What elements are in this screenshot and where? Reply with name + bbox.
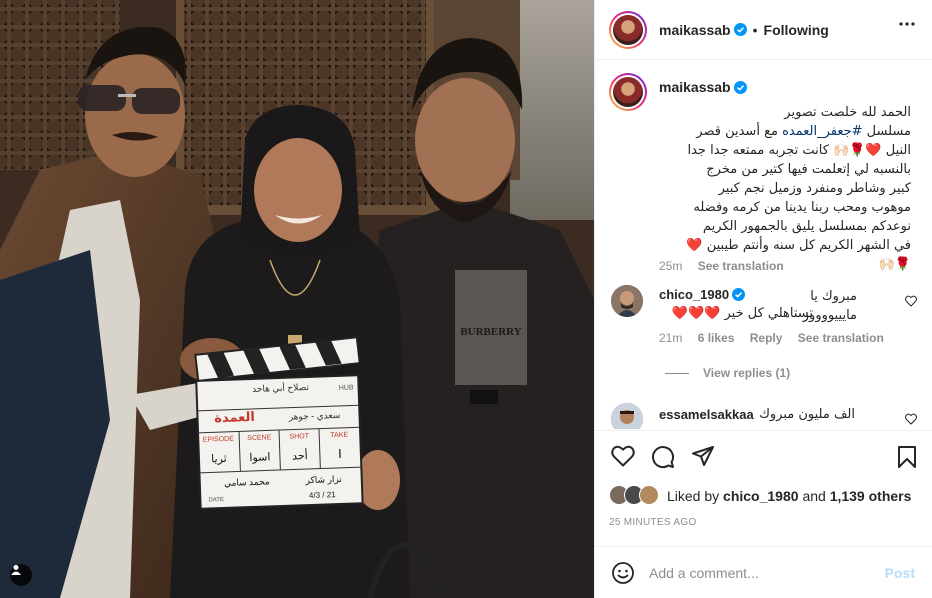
add-comment-input[interactable] — [649, 564, 859, 581]
clapper-date-label: DATE — [208, 497, 224, 504]
clapper-date-value: 4/3 / 21 — [309, 490, 337, 500]
caption-line: النيل ❤️🌹🙌🏻 كانت تجربه ممتعه جدا جدا — [687, 143, 911, 158]
comment-age: 21m — [659, 331, 683, 345]
clapper-name-dop: نزار شاكر — [304, 474, 342, 485]
share-send-icon[interactable] — [691, 445, 715, 467]
clapper-value-shot: أحد — [292, 448, 308, 463]
liked-by-and: and — [802, 488, 826, 504]
commenter-username[interactable]: essamelsakkaa — [659, 407, 754, 422]
post-header: maikassab • Following — [595, 0, 932, 60]
author-username[interactable]: maikassab — [659, 22, 731, 38]
caption-line: نوعدكم بمسلسل يليق بالجمهور الكريم — [702, 219, 911, 234]
instagram-post-view: BURBERRY تصلاح أبي هاحد HUB العمدة سعدي … — [0, 0, 932, 598]
commenter-avatar[interactable] — [611, 285, 643, 317]
caption-meta: 25m See translation — [659, 259, 784, 273]
tagged-users-button[interactable] — [10, 564, 32, 586]
separator-dot: • — [752, 21, 758, 38]
shirt-brand-text: BURBERRY — [460, 326, 521, 338]
caption-username[interactable]: maikassab — [659, 79, 731, 95]
clapper-subtitle: سعدي - جوهر — [288, 410, 341, 422]
verified-badge-icon — [733, 80, 747, 94]
clapper-label-scene: SCENE — [247, 434, 272, 442]
post-comment-button[interactable]: Post — [885, 565, 915, 581]
caption-line: الحمد لله خلصت تصوير — [784, 105, 911, 120]
liked-by-prefix: Liked by — [667, 488, 720, 504]
reply-button[interactable]: Reply — [750, 331, 783, 345]
author-avatar[interactable] — [609, 10, 647, 49]
hashtag-link[interactable]: #جعفر_العمده — [782, 124, 862, 139]
post-actions-bar — [595, 430, 932, 482]
liked-by-user[interactable]: chico_1980 — [723, 488, 799, 504]
caption-line: موهوب ومحب ربنا يدينا من كرمه وفضله — [693, 200, 911, 215]
caption-line: كبير وشاطر ومنفرد وزميل نجم كبير — [718, 181, 911, 196]
liked-by-others[interactable]: 1,139 others — [830, 488, 912, 504]
comment-text: الف مليون مبروك — [759, 407, 855, 422]
save-bookmark-icon[interactable] — [897, 445, 917, 469]
post-timestamp: 25 MINUTES AGO — [609, 517, 697, 528]
caption-line: مسلسل #جعفر_العمده مع أسدين قصر — [696, 124, 911, 139]
like-comment-heart-icon[interactable] — [905, 295, 917, 307]
verified-badge-icon — [732, 288, 746, 301]
comment-bubble-icon[interactable] — [651, 445, 675, 469]
like-heart-icon[interactable] — [611, 445, 635, 467]
verified-badge-icon — [733, 23, 747, 36]
like-comment-heart-icon[interactable] — [905, 413, 917, 425]
clapper-hub: HUB — [339, 384, 354, 392]
caption-age: 25m — [659, 259, 683, 273]
likers-avatar-stack[interactable] — [609, 485, 661, 507]
clapper-value-episode: ثريا — [211, 453, 227, 466]
add-comment-bar: Post — [595, 546, 932, 598]
person-icon — [11, 565, 21, 575]
clapper-title: العمدة — [214, 409, 255, 425]
clapper-name-director: محمد سامي — [224, 476, 270, 488]
photo-illustration: BURBERRY تصلاح أبي هاحد HUB العمدة سعدي … — [0, 0, 594, 598]
caption-line: في الشهر الكريم كل سنه وأنتم طيبين ❤️ — [686, 238, 911, 253]
emoji-smiley-icon[interactable] — [611, 561, 635, 585]
comment-likes[interactable]: 6 likes — [698, 331, 735, 345]
clapper-value-scene: اسوا — [249, 451, 270, 464]
comments-scroll-area[interactable]: maikassab الحمد لله خلصت تصوير مسلسل #جع… — [595, 61, 932, 429]
clapper-label-shot: SHOT — [289, 433, 309, 441]
commenter-avatar[interactable] — [611, 403, 643, 429]
see-translation-link[interactable]: See translation — [698, 259, 784, 273]
view-replies-button[interactable]: View replies (1) — [665, 366, 790, 380]
more-options-icon[interactable] — [899, 22, 915, 26]
view-replies-label: View replies (1) — [703, 366, 791, 380]
commenter-username[interactable]: chico_1980 — [659, 287, 729, 302]
post-sidebar: maikassab • Following maikassab الحمد لل… — [594, 0, 932, 598]
comment-meta: 21m 6 likes Reply See translation — [659, 331, 884, 345]
replies-divider — [665, 372, 689, 374]
caption-text: الحمد لله خلصت تصوير مسلسل #جعفر_العمده … — [659, 103, 911, 274]
post-photo[interactable]: BURBERRY تصلاح أبي هاحد HUB العمدة سعدي … — [0, 0, 594, 598]
see-translation-link[interactable]: See translation — [798, 331, 884, 345]
clapper-value-take: I — [338, 446, 342, 461]
caption-author-avatar[interactable] — [609, 73, 647, 111]
following-button[interactable]: Following — [764, 22, 829, 38]
clapper-label-episode: EPISODE — [203, 436, 235, 444]
likes-summary: Liked by chico_1980 and 1,139 others — [609, 485, 911, 507]
comment-text: تستاهلي كل خير ❤️❤️❤️ — [671, 306, 813, 321]
caption-line: بالنسبه لي إتعلمت فيها كتير من مخرج — [706, 162, 911, 177]
clapper-label-take: TAKE — [330, 432, 348, 440]
clapper-top-text: تصلاح أبي هاحد — [252, 381, 310, 394]
